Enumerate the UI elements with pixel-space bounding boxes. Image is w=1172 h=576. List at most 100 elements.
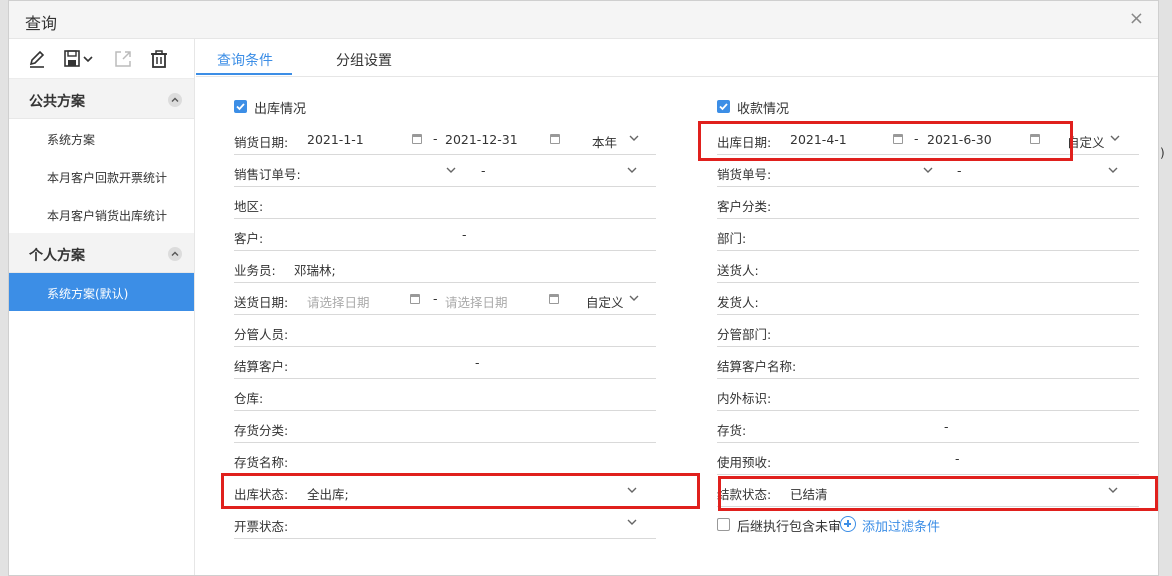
checkbox-label: 后继执行包含未审 <box>737 520 842 535</box>
field-label: 内外标识: <box>717 391 772 406</box>
field-label: 开票状态: <box>234 519 289 534</box>
scheme-item[interactable]: 系统方案 <box>9 119 194 157</box>
checkbox-checked-icon[interactable] <box>717 100 730 113</box>
inventory-row[interactable]: 存货: - <box>717 411 1139 443</box>
department-row[interactable]: 部门: <box>717 219 1139 251</box>
chevron-down-icon[interactable] <box>1107 164 1119 176</box>
salesman-value: 邓瑞林; <box>294 263 336 278</box>
field-label: 结款状态: <box>717 487 772 502</box>
field-label: 出库状态: <box>234 487 289 502</box>
calendar-icon[interactable] <box>550 134 560 144</box>
calendar-icon[interactable] <box>1030 134 1040 144</box>
chevron-down-icon[interactable] <box>1107 484 1119 496</box>
payment-section-checkbox[interactable]: 收款情况 <box>717 97 917 117</box>
sales-date-row: 销货日期: 2021-1-1 - 2021-12-31 本年 <box>234 123 656 155</box>
calendar-icon[interactable] <box>410 294 420 304</box>
invoice-status-row[interactable]: 开票状态: <box>234 507 656 539</box>
add-filter-label: 添加过滤条件 <box>862 520 941 535</box>
settle-customer-name-row[interactable]: 结算客户名称: <box>717 347 1139 379</box>
sales-date-to[interactable]: 2021-12-31 <box>445 132 518 147</box>
manager-row[interactable]: 分管人员: <box>234 315 656 347</box>
outbound-status-row[interactable]: 出库状态: 全出库; <box>234 475 656 507</box>
calendar-icon[interactable] <box>412 134 422 144</box>
field-label: 存货名称: <box>234 455 289 470</box>
outbound-date-from[interactable]: 2021-4-1 <box>790 132 847 147</box>
checkbox-label: 收款情况 <box>737 102 790 117</box>
internal-external-row[interactable]: 内外标识: <box>717 379 1139 411</box>
shipper-row[interactable]: 发货人: <box>717 283 1139 315</box>
public-scheme-group[interactable]: 公共方案 <box>9 79 194 119</box>
export-icon[interactable] <box>113 49 133 69</box>
checkbox-unchecked-icon[interactable] <box>717 518 730 531</box>
scheme-item[interactable]: 本月客户回款开票统计 <box>9 157 194 195</box>
chevron-down-icon[interactable] <box>1109 132 1121 144</box>
sales-date-range-select[interactable]: 本年 <box>592 132 617 151</box>
use-prepayment-row[interactable]: 使用预收: - <box>717 443 1139 475</box>
public-scheme-title: 公共方案 <box>29 94 85 110</box>
range-separator: - <box>944 419 949 434</box>
sales-date-from[interactable]: 2021-1-1 <box>307 132 364 147</box>
dialog-title: 查询 <box>25 14 58 33</box>
outbound-date-row: 出库日期: 2021-4-1 - 2021-6-30 自定义 <box>717 123 1139 155</box>
chevron-down-icon[interactable] <box>626 164 638 176</box>
field-label: 出库日期: <box>717 135 772 150</box>
tab-query-conditions[interactable]: 查询条件 <box>217 50 273 70</box>
delivery-date-to[interactable]: 请选择日期 <box>445 292 508 311</box>
delivery-date-from[interactable]: 请选择日期 <box>307 292 370 311</box>
chevron-down-icon[interactable] <box>445 164 457 176</box>
customer-category-row[interactable]: 客户分类: <box>717 187 1139 219</box>
outbound-date-to[interactable]: 2021-6-30 <box>927 132 992 147</box>
field-label: 存货分类: <box>234 423 289 438</box>
field-label: 结算客户名称: <box>717 359 797 374</box>
inventory-name-row[interactable]: 存货名称: <box>234 443 656 475</box>
field-label: 送货日期: <box>234 295 289 310</box>
chevron-down-icon[interactable] <box>626 516 638 528</box>
delivery-date-range-select[interactable]: 自定义 <box>586 292 624 311</box>
chevron-down-icon[interactable] <box>628 292 640 304</box>
settle-customer-row[interactable]: 结算客户: - <box>234 347 656 379</box>
checkbox-checked-icon[interactable] <box>234 100 247 113</box>
region-row[interactable]: 地区: <box>234 187 656 219</box>
outbound-status-value: 全出库; <box>307 487 349 502</box>
scheme-label: 本月客户回款开票统计 <box>47 171 168 185</box>
date-separator: - <box>914 131 919 146</box>
personal-scheme-group[interactable]: 个人方案 <box>9 233 194 273</box>
save-icon[interactable] <box>63 49 97 69</box>
tab-active-indicator <box>196 73 292 75</box>
field-label: 销售订单号: <box>234 167 301 182</box>
managing-dept-row[interactable]: 分管部门: <box>717 315 1139 347</box>
field-label: 销货日期: <box>234 135 289 150</box>
tab-bar: 查询条件 分组设置 <box>196 39 1158 77</box>
edit-icon[interactable] <box>27 49 47 69</box>
collapse-icon[interactable] <box>168 247 182 261</box>
delete-icon[interactable] <box>149 49 169 69</box>
range-separator: - <box>957 163 962 178</box>
scheme-label: 系统方案(默认) <box>47 287 129 301</box>
plus-circle-icon <box>840 516 856 532</box>
query-main: 查询条件 分组设置 出库情况 销货日期: 2021-1-1 - 2021-12-… <box>196 39 1158 575</box>
checkbox-label: 出库情况 <box>254 102 307 117</box>
scheme-item[interactable]: 本月客户销货出库统计 <box>9 195 194 233</box>
warehouse-row[interactable]: 仓库: <box>234 379 656 411</box>
customer-row[interactable]: 客户: - <box>234 219 656 251</box>
tab-group-settings[interactable]: 分组设置 <box>336 50 392 70</box>
collapse-icon[interactable] <box>168 93 182 107</box>
deliverer-row[interactable]: 送货人: <box>717 251 1139 283</box>
date-separator: - <box>433 291 438 306</box>
inventory-category-row[interactable]: 存货分类: <box>234 411 656 443</box>
chevron-down-icon[interactable] <box>922 164 934 176</box>
calendar-icon[interactable] <box>549 294 559 304</box>
field-label: 客户: <box>234 231 264 246</box>
outbound-date-range-select[interactable]: 自定义 <box>1067 132 1105 151</box>
salesman-row[interactable]: 业务员: 邓瑞林; <box>234 251 656 283</box>
chevron-down-icon[interactable] <box>626 484 638 496</box>
chevron-down-icon[interactable] <box>628 132 640 144</box>
scheme-item-selected[interactable]: 系统方案(默认) <box>9 273 194 311</box>
field-label: 送货人: <box>717 263 759 278</box>
outbound-section-checkbox[interactable]: 出库情况 <box>234 97 434 117</box>
close-icon[interactable]: × <box>1129 10 1144 28</box>
scheme-toolbar <box>9 39 194 79</box>
payment-status-row[interactable]: 结款状态: 已结清 <box>717 475 1139 507</box>
scheme-label: 本月客户销货出库统计 <box>47 209 168 223</box>
calendar-icon[interactable] <box>893 134 903 144</box>
